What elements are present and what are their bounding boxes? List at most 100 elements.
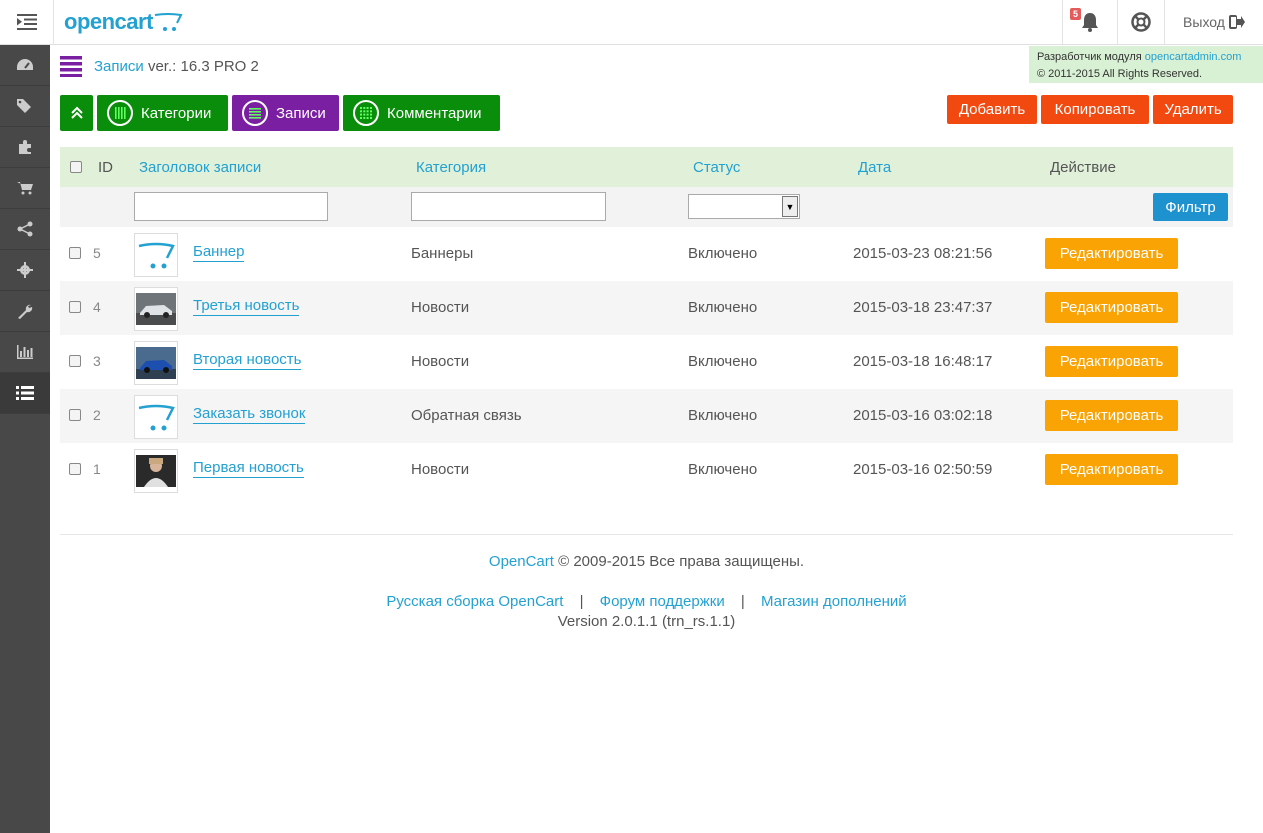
header-id: ID (98, 159, 113, 176)
table-header: ID Заголовок записи Категория Статус Дат… (60, 147, 1233, 187)
filter-button[interactable]: Фильтр (1153, 193, 1228, 221)
sidebar-item-reports[interactable] (0, 332, 50, 373)
row-thumbnail (134, 449, 178, 493)
sidebar-item-blog[interactable] (0, 373, 50, 414)
row-status: Включено (688, 461, 758, 478)
cart-icon (17, 182, 33, 195)
row-category: Баннеры (411, 245, 474, 262)
page-title-link[interactable]: Записи (94, 58, 144, 75)
delete-button[interactable]: Удалить (1153, 95, 1233, 124)
logout-button[interactable]: Выход (1164, 0, 1263, 44)
row-checkbox[interactable] (69, 355, 81, 367)
puzzle-icon (19, 140, 31, 154)
records-circle-icon (242, 100, 268, 126)
edit-button[interactable]: Редактировать (1045, 454, 1178, 485)
comments-button[interactable]: Комментарии (343, 95, 500, 131)
sidebar-item-catalog[interactable] (0, 86, 50, 127)
header-date[interactable]: Дата (858, 159, 891, 176)
developer-line: Разработчик модуля opencartadmin.com (1037, 49, 1263, 66)
categories-label: Категории (141, 104, 212, 122)
sidebar-item-dashboard[interactable] (0, 45, 50, 86)
footer-link-addons-store[interactable]: Магазин дополнений (761, 593, 907, 610)
row-date: 2015-03-16 02:50:59 (853, 461, 993, 478)
footer-link-support-forum[interactable]: Форум поддержки (600, 593, 725, 610)
sidebar-item-tools[interactable] (0, 291, 50, 332)
logo-cart-icon (154, 13, 183, 31)
copy-button[interactable]: Копировать (1041, 95, 1149, 124)
footer-links: Русская сборка OpenCart | Форум поддержк… (0, 593, 1263, 610)
header-status[interactable]: Статус (693, 159, 740, 176)
sidebar-item-system[interactable] (0, 250, 50, 291)
row-thumbnail (134, 341, 178, 385)
categories-button[interactable]: Категории (97, 95, 228, 131)
table-row: 4 Третья новость Новости Включено 2015-03-18… (60, 281, 1233, 335)
row-checkbox[interactable] (69, 247, 81, 259)
sidebar (0, 45, 50, 833)
row-checkbox[interactable] (69, 301, 81, 313)
row-id: 2 (93, 407, 101, 423)
header-title[interactable]: Заголовок записи (139, 159, 261, 176)
notifications-button[interactable]: 5 (1062, 0, 1117, 44)
records-label: Записи (276, 104, 326, 122)
row-title-link[interactable]: Третья новость (193, 297, 300, 316)
row-title-link[interactable]: Первая новость (193, 459, 304, 478)
footer-copyright-text: © 2009-2015 Все права защищены. (558, 553, 805, 570)
select-arrow-icon: ▼ (782, 196, 798, 217)
row-id: 4 (93, 299, 101, 315)
row-checkbox[interactable] (69, 463, 81, 475)
sidebar-item-sales[interactable] (0, 168, 50, 209)
footer-separator: | (579, 593, 584, 610)
share-icon (17, 221, 33, 237)
row-status: Включено (688, 353, 758, 370)
categories-circle-icon (107, 100, 133, 126)
sidebar-item-marketing[interactable] (0, 209, 50, 250)
sign-out-icon (1228, 15, 1245, 29)
edit-button[interactable]: Редактировать (1045, 292, 1178, 323)
tags-icon (17, 99, 31, 113)
header-category[interactable]: Категория (416, 159, 486, 176)
gear-icon (17, 262, 33, 278)
footer-divider (60, 534, 1233, 535)
page-title: Записи ver.: 16.3 PRO 2 (60, 54, 259, 78)
add-button[interactable]: Добавить (947, 95, 1037, 124)
collapse-up-button[interactable] (60, 95, 93, 131)
bar-chart-icon (17, 345, 33, 359)
title-filter-input[interactable] (134, 192, 328, 221)
row-thumbnail (134, 395, 178, 439)
row-date: 2015-03-16 03:02:18 (853, 407, 993, 424)
wrench-icon (18, 304, 33, 319)
row-thumbnail (134, 287, 178, 331)
select-all-checkbox[interactable] (70, 161, 82, 173)
status-filter-select[interactable]: ▼ (688, 194, 800, 219)
footer-brand-link[interactable]: OpenCart (489, 553, 554, 570)
records-button[interactable]: Записи (232, 95, 339, 131)
table-row: 5 Баннер Баннеры Включено 2015-03-23 08:21:5… (60, 227, 1233, 281)
sidebar-item-extensions[interactable] (0, 127, 50, 168)
category-filter-input[interactable] (411, 192, 606, 221)
opencart-logo[interactable]: opencart (64, 8, 183, 36)
edit-button[interactable]: Редактировать (1045, 400, 1178, 431)
row-title-link[interactable]: Вторая новость (193, 351, 302, 370)
row-title-link[interactable]: Баннер (193, 243, 245, 262)
comments-label: Комментарии (387, 104, 482, 122)
row-checkbox[interactable] (69, 409, 81, 421)
row-thumbnail (134, 233, 178, 277)
developer-link[interactable]: opencartadmin.com (1145, 51, 1242, 63)
row-title-link[interactable]: Заказать звонок (193, 405, 306, 424)
row-date: 2015-03-18 16:48:17 (853, 353, 993, 370)
edit-button[interactable]: Редактировать (1045, 238, 1178, 269)
row-status: Включено (688, 407, 758, 424)
list-icon (16, 386, 34, 400)
lifebuoy-icon (1131, 12, 1151, 32)
edit-button[interactable]: Редактировать (1045, 346, 1178, 377)
row-category: Обратная связь (411, 407, 522, 424)
developer-info: Разработчик модуля opencartadmin.com © 2… (1029, 46, 1263, 83)
menu-toggle-button[interactable] (0, 0, 54, 44)
row-id: 3 (93, 353, 101, 369)
developer-copyright: © 2011-2015 All Rights Reserved. (1037, 68, 1203, 80)
help-button[interactable] (1117, 0, 1164, 44)
double-chevron-up-icon (70, 106, 83, 119)
footer-version: Version 2.0.1.1 (trn_rs.1.1) (557, 613, 736, 630)
footer-copyright: OpenCart © 2009-2015 Все права защищены. (0, 553, 1263, 570)
footer-link-russian-build[interactable]: Русская сборка OpenCart (386, 593, 563, 610)
